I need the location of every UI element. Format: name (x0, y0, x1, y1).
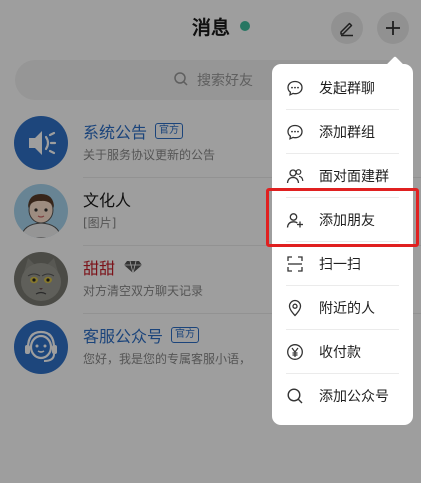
menu-item-add-official-account[interactable]: 添加公众号 (272, 374, 413, 418)
add-menu: 发起群聊 添加群组 面对面建群 添加朋友 扫一扫 附近的人 收付款 添加公众号 (272, 64, 413, 425)
yen-icon (287, 344, 303, 360)
menu-item-label: 面对面建群 (319, 169, 389, 185)
menu-item-start-group-chat[interactable]: 发起群聊 (272, 66, 413, 110)
menu-item-add-friend[interactable]: 添加朋友 (272, 198, 413, 242)
menu-item-face-to-face-group[interactable]: 面对面建群 (272, 154, 413, 198)
chat-bubble-icon (287, 80, 303, 96)
menu-item-label: 发起群聊 (319, 81, 375, 97)
menu-item-nearby-people[interactable]: 附近的人 (272, 286, 413, 330)
add-user-icon (286, 213, 303, 228)
group-icon (286, 169, 304, 184)
search-icon (287, 388, 303, 404)
scan-icon (287, 256, 303, 272)
menu-item-label: 收付款 (319, 345, 361, 361)
menu-item-label: 添加朋友 (319, 213, 375, 229)
menu-item-label: 扫一扫 (319, 257, 361, 273)
menu-item-payment[interactable]: 收付款 (272, 330, 413, 374)
menu-item-label: 附近的人 (319, 301, 375, 317)
chat-bubble-icon (287, 124, 303, 140)
location-pin-icon (288, 299, 302, 317)
menu-item-label: 添加公众号 (319, 389, 389, 405)
menu-item-label: 添加群组 (319, 125, 375, 141)
menu-item-scan[interactable]: 扫一扫 (272, 242, 413, 286)
menu-item-add-group[interactable]: 添加群组 (272, 110, 413, 154)
